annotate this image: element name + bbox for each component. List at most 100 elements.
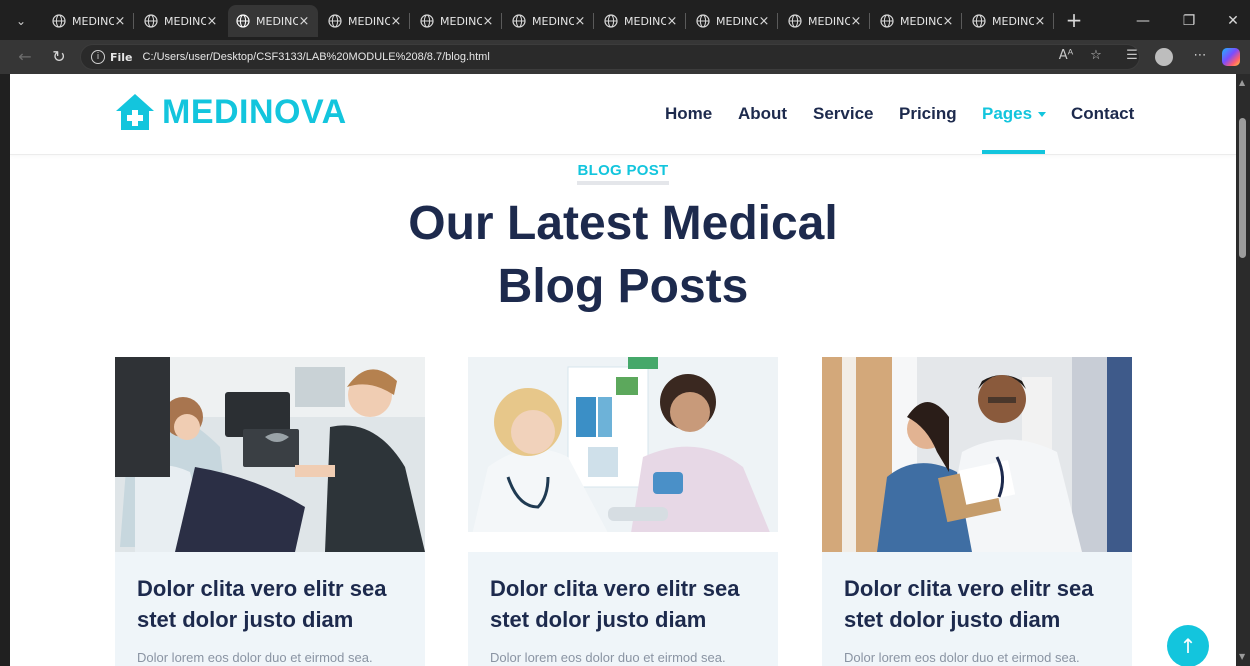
browser-tab-bar: ⌄ MEDINOVA × MEDINOVA × MEDINOVA × MEDIN… <box>0 0 1250 40</box>
refresh-icon[interactable]: ↻ <box>48 47 70 67</box>
browser-tab[interactable]: MEDINOVA × <box>872 5 962 37</box>
tab-title: MEDINOVA <box>808 14 850 28</box>
address-bar[interactable]: i File C:/Users/user/Desktop/CSF3133/LAB… <box>80 44 1140 70</box>
tab-close-icon[interactable]: × <box>482 14 494 29</box>
card-excerpt: Dolor lorem eos dolor duo et eirmod sea. <box>137 650 373 665</box>
site-navbar: MEDINOVA Home About Service Pricing Page… <box>10 74 1236 155</box>
card-excerpt: Dolor lorem eos dolor duo et eirmod sea. <box>844 650 1080 665</box>
scheme-label: File <box>110 50 133 64</box>
tab-close-icon[interactable]: × <box>850 14 862 29</box>
browser-tab-active[interactable]: MEDINOVA × <box>228 5 318 37</box>
browser-tab[interactable]: MEDINOVA × <box>596 5 686 37</box>
back-to-top-button[interactable]: ↑ <box>1167 625 1209 666</box>
globe-icon <box>420 14 434 28</box>
globe-icon <box>604 14 618 28</box>
tab-title: MEDINOVA <box>164 14 206 28</box>
tab-close-icon[interactable]: × <box>666 14 678 29</box>
browser-toolbar: ← ↻ i File C:/Users/user/Desktop/CSF3133… <box>0 40 1250 74</box>
tab-close-icon[interactable]: × <box>206 14 218 29</box>
tab-separator <box>133 13 134 29</box>
tab-separator <box>961 13 962 29</box>
browser-tab[interactable]: MEDINOVA × <box>44 5 134 37</box>
clinic-house-icon <box>116 94 154 130</box>
globe-icon <box>788 14 802 28</box>
tab-separator <box>409 13 410 29</box>
nav-pages-dropdown[interactable]: Pages <box>982 104 1047 124</box>
blog-card[interactable]: Dolor clita vero elitr sea stet dolor ju… <box>468 357 778 666</box>
url-text[interactable]: C:/Users/user/Desktop/CSF3133/LAB%20MODU… <box>143 51 490 63</box>
browser-tab[interactable]: MEDINOVA × <box>964 5 1054 37</box>
favorites-list-icon[interactable]: ☰ <box>1122 46 1142 66</box>
globe-icon <box>972 14 986 28</box>
tab-title: MEDINOVA <box>348 14 390 28</box>
tab-separator <box>593 13 594 29</box>
copilot-icon[interactable] <box>1222 48 1240 66</box>
tab-close-icon[interactable]: × <box>298 14 310 29</box>
tab-separator <box>869 13 870 29</box>
tab-separator <box>501 13 502 29</box>
brand-logo[interactable]: MEDINOVA <box>114 92 347 132</box>
globe-icon <box>696 14 710 28</box>
tab-title: MEDINOVA <box>900 14 942 28</box>
section-tag: BLOG POST <box>10 160 1236 185</box>
minimize-button[interactable]: — <box>1130 10 1156 32</box>
brand-name: MEDINOVA <box>162 92 347 131</box>
tab-title: MEDINOVA <box>440 14 482 28</box>
globe-icon <box>144 14 158 28</box>
more-menu-icon[interactable]: ⋯ <box>1190 46 1210 66</box>
globe-icon <box>236 14 250 28</box>
section-tag-label: BLOG POST <box>577 162 669 185</box>
browser-tab[interactable]: MEDINOVA × <box>504 5 594 37</box>
scroll-down-arrow-icon[interactable]: ▼ <box>1239 652 1245 661</box>
globe-icon <box>880 14 894 28</box>
nav-contact[interactable]: Contact <box>1071 104 1134 124</box>
nav-service[interactable]: Service <box>813 104 874 124</box>
dentist-x-ray-photo[interactable] <box>115 357 425 552</box>
nav-pages-label: Pages <box>982 104 1033 123</box>
favorite-star-icon[interactable]: ☆ <box>1086 46 1106 66</box>
browser-tab[interactable]: MEDINOVA × <box>780 5 870 37</box>
tab-title: MEDINOVA <box>256 14 298 28</box>
scroll-up-arrow-icon[interactable]: ▲ <box>1239 78 1245 87</box>
close-window-button[interactable]: ✕ <box>1220 10 1246 32</box>
tab-actions-chevron-icon[interactable]: ⌄ <box>10 12 32 30</box>
card-title[interactable]: Dolor clita vero elitr sea stet dolor ju… <box>844 573 1114 635</box>
tab-close-icon[interactable]: × <box>758 14 770 29</box>
doctor-blood-pressure-photo[interactable] <box>468 357 778 552</box>
browser-tab[interactable]: MEDINOVA × <box>412 5 502 37</box>
page-title: Our Latest Medical Blog Posts <box>408 197 838 313</box>
card-excerpt: Dolor lorem eos dolor duo et eirmod sea. <box>490 650 726 665</box>
globe-icon <box>512 14 526 28</box>
nav-home[interactable]: Home <box>665 104 712 124</box>
card-title[interactable]: Dolor clita vero elitr sea stet dolor ju… <box>137 573 407 635</box>
nav-about[interactable]: About <box>738 104 787 124</box>
tab-title: MEDINOVA <box>72 14 114 28</box>
globe-icon <box>52 14 66 28</box>
tab-separator <box>1053 13 1054 29</box>
restore-button[interactable]: ❐ <box>1176 10 1202 32</box>
nav-pricing[interactable]: Pricing <box>899 104 957 124</box>
card-title[interactable]: Dolor clita vero elitr sea stet dolor ju… <box>490 573 760 635</box>
tab-title: MEDINOVA <box>716 14 758 28</box>
browser-tab[interactable]: MEDINOVA × <box>320 5 410 37</box>
scrollbar-thumb[interactable] <box>1239 118 1246 258</box>
blog-card[interactable]: Dolor clita vero elitr sea stet dolor ju… <box>115 357 425 666</box>
tab-title: MEDINOVA <box>532 14 574 28</box>
profile-avatar-icon[interactable] <box>1155 48 1173 66</box>
browser-tab[interactable]: MEDINOVA × <box>136 5 226 37</box>
tab-close-icon[interactable]: × <box>942 14 954 29</box>
tab-separator <box>777 13 778 29</box>
browser-tab[interactable]: MEDINOVA × <box>688 5 778 37</box>
doctors-reviewing-chart-photo[interactable] <box>822 357 1132 552</box>
site-info-icon[interactable]: i <box>91 50 105 64</box>
new-tab-button[interactable]: + <box>1064 8 1084 32</box>
tab-close-icon[interactable]: × <box>574 14 586 29</box>
tab-close-icon[interactable]: × <box>114 14 126 29</box>
tab-close-icon[interactable]: × <box>390 14 402 29</box>
blog-card[interactable]: Dolor clita vero elitr sea stet dolor ju… <box>822 357 1132 666</box>
globe-icon <box>328 14 342 28</box>
back-arrow-icon[interactable]: ← <box>14 47 36 67</box>
read-aloud-icon[interactable]: Aᴬ <box>1056 46 1076 66</box>
page-scrollbar[interactable]: ▲ ▼ <box>1236 74 1250 666</box>
tab-close-icon[interactable]: × <box>1034 14 1046 29</box>
